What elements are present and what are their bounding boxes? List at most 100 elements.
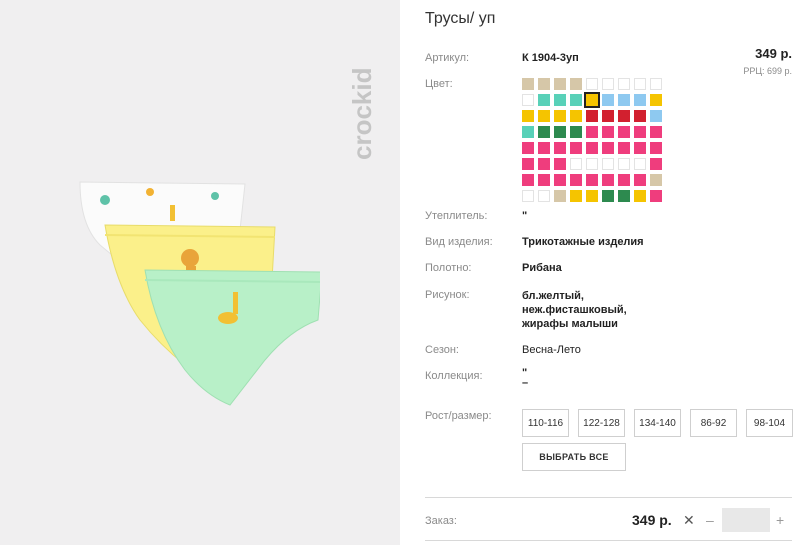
quantity-input[interactable] [722, 508, 770, 532]
color-swatch-empty[interactable] [602, 78, 614, 90]
color-swatch-pink[interactable] [538, 174, 550, 186]
color-swatch-pink[interactable] [586, 126, 598, 138]
fabric-value: Рибана [522, 262, 562, 274]
color-swatch-green[interactable] [570, 126, 582, 138]
color-swatch-yellow[interactable] [570, 190, 582, 202]
color-swatch-pink[interactable] [554, 142, 566, 154]
color-swatch-empty[interactable] [650, 78, 662, 90]
collection-value: " – [522, 368, 529, 389]
size-button[interactable]: 98-104 [746, 409, 793, 437]
color-swatch-pink[interactable] [538, 158, 550, 170]
color-swatch-empty[interactable] [634, 158, 646, 170]
color-swatch-pink[interactable] [634, 126, 646, 138]
collection-value-line: – [522, 377, 529, 389]
color-swatch-beige[interactable] [650, 174, 662, 186]
color-swatch-pink[interactable] [602, 142, 614, 154]
color-swatch-yellow[interactable] [584, 92, 600, 108]
color-swatch-pink[interactable] [554, 158, 566, 170]
color-swatch-pink[interactable] [570, 174, 582, 186]
color-swatch-turquoise[interactable] [538, 94, 550, 106]
color-swatch-pink[interactable] [602, 126, 614, 138]
product-details: Трусы/ уп Артикул: К 1904-3уп 349 р. РРЦ… [400, 0, 800, 545]
color-swatch-pink[interactable] [554, 174, 566, 186]
color-swatch-empty[interactable] [618, 158, 630, 170]
color-swatch-pink[interactable] [650, 158, 662, 170]
season-value: Весна-Лето [522, 344, 581, 356]
color-swatch-turquoise[interactable] [522, 126, 534, 138]
color-swatch-yellow[interactable] [554, 110, 566, 122]
color-swatch-lightblue[interactable] [618, 94, 630, 106]
color-swatch-green[interactable] [618, 190, 630, 202]
decrement-button[interactable]: – [706, 512, 714, 528]
color-swatch-beige[interactable] [522, 78, 534, 90]
color-swatch-empty[interactable] [586, 78, 598, 90]
color-swatch-pink[interactable] [618, 142, 630, 154]
divider [425, 540, 792, 541]
pattern-value: бл.желтый, неж.фисташковый, жирафы малыш… [522, 289, 627, 331]
color-swatch-lightblue[interactable] [634, 94, 646, 106]
color-swatch-red[interactable] [586, 110, 598, 122]
color-swatch-red[interactable] [618, 110, 630, 122]
color-swatch-empty[interactable] [522, 190, 534, 202]
pattern-line: неж.фисташковый, [522, 304, 627, 316]
color-swatch-beige[interactable] [538, 78, 550, 90]
color-swatch-pink[interactable] [522, 142, 534, 154]
color-swatch-yellow[interactable] [650, 94, 662, 106]
color-swatch-pink[interactable] [650, 142, 662, 154]
color-swatch-green[interactable] [538, 126, 550, 138]
article-value: К 1904-3уп [522, 52, 579, 64]
size-button[interactable]: 86-92 [690, 409, 737, 437]
color-swatch-red[interactable] [634, 110, 646, 122]
color-swatch-empty[interactable] [570, 158, 582, 170]
color-swatch-pink[interactable] [602, 174, 614, 186]
color-swatch-pink[interactable] [650, 190, 662, 202]
color-swatch-turquoise[interactable] [570, 94, 582, 106]
color-swatch-pink[interactable] [634, 174, 646, 186]
color-swatch-grid [522, 78, 662, 202]
color-swatch-pink[interactable] [522, 158, 534, 170]
size-button[interactable]: 134-140 [634, 409, 681, 437]
product-title: Трусы/ уп [425, 10, 496, 27]
color-swatch-yellow[interactable] [570, 110, 582, 122]
collection-label: Коллекция: [425, 370, 483, 382]
color-swatch-pink[interactable] [634, 142, 646, 154]
size-button[interactable]: 110-116 [522, 409, 569, 437]
color-swatch-red[interactable] [602, 110, 614, 122]
size-button[interactable]: 122-128 [578, 409, 625, 437]
increment-button[interactable]: + [776, 512, 784, 528]
color-swatch-empty[interactable] [602, 158, 614, 170]
color-swatch-beige[interactable] [554, 190, 566, 202]
color-swatch-yellow[interactable] [586, 190, 598, 202]
color-swatch-pink[interactable] [522, 174, 534, 186]
color-swatch-empty[interactable] [522, 94, 534, 106]
color-swatch-beige[interactable] [554, 78, 566, 90]
color-swatch-yellow[interactable] [634, 190, 646, 202]
color-swatch-turquoise[interactable] [554, 94, 566, 106]
color-swatch-empty[interactable] [586, 158, 598, 170]
color-swatch-lightblue[interactable] [602, 94, 614, 106]
color-swatch-lightblue[interactable] [650, 110, 662, 122]
color-swatch-empty[interactable] [618, 78, 630, 90]
color-swatch-empty[interactable] [538, 190, 550, 202]
color-swatch-green[interactable] [602, 190, 614, 202]
color-swatch-pink[interactable] [618, 126, 630, 138]
color-swatch-pink[interactable] [650, 126, 662, 138]
product-image-panel: crockid [0, 0, 400, 545]
product-photo [79, 181, 320, 406]
insulation-value: " [522, 210, 528, 222]
color-swatch-yellow[interactable] [522, 110, 534, 122]
color-swatch-yellow[interactable] [538, 110, 550, 122]
select-all-button[interactable]: ВЫБРАТЬ ВСЕ [522, 443, 626, 471]
color-swatch-empty[interactable] [634, 78, 646, 90]
color-swatch-pink[interactable] [618, 174, 630, 186]
color-swatch-green[interactable] [554, 126, 566, 138]
close-icon[interactable]: ✕ [683, 512, 695, 529]
color-swatch-beige[interactable] [570, 78, 582, 90]
color-swatch-pink[interactable] [570, 142, 582, 154]
color-swatch-pink[interactable] [586, 174, 598, 186]
rrp-price: РРЦ: 699 р. [743, 66, 792, 76]
color-swatch-pink[interactable] [538, 142, 550, 154]
brand-logo-text: crockid [348, 68, 377, 161]
pattern-line: бл.желтый, [522, 290, 584, 302]
color-swatch-pink[interactable] [586, 142, 598, 154]
